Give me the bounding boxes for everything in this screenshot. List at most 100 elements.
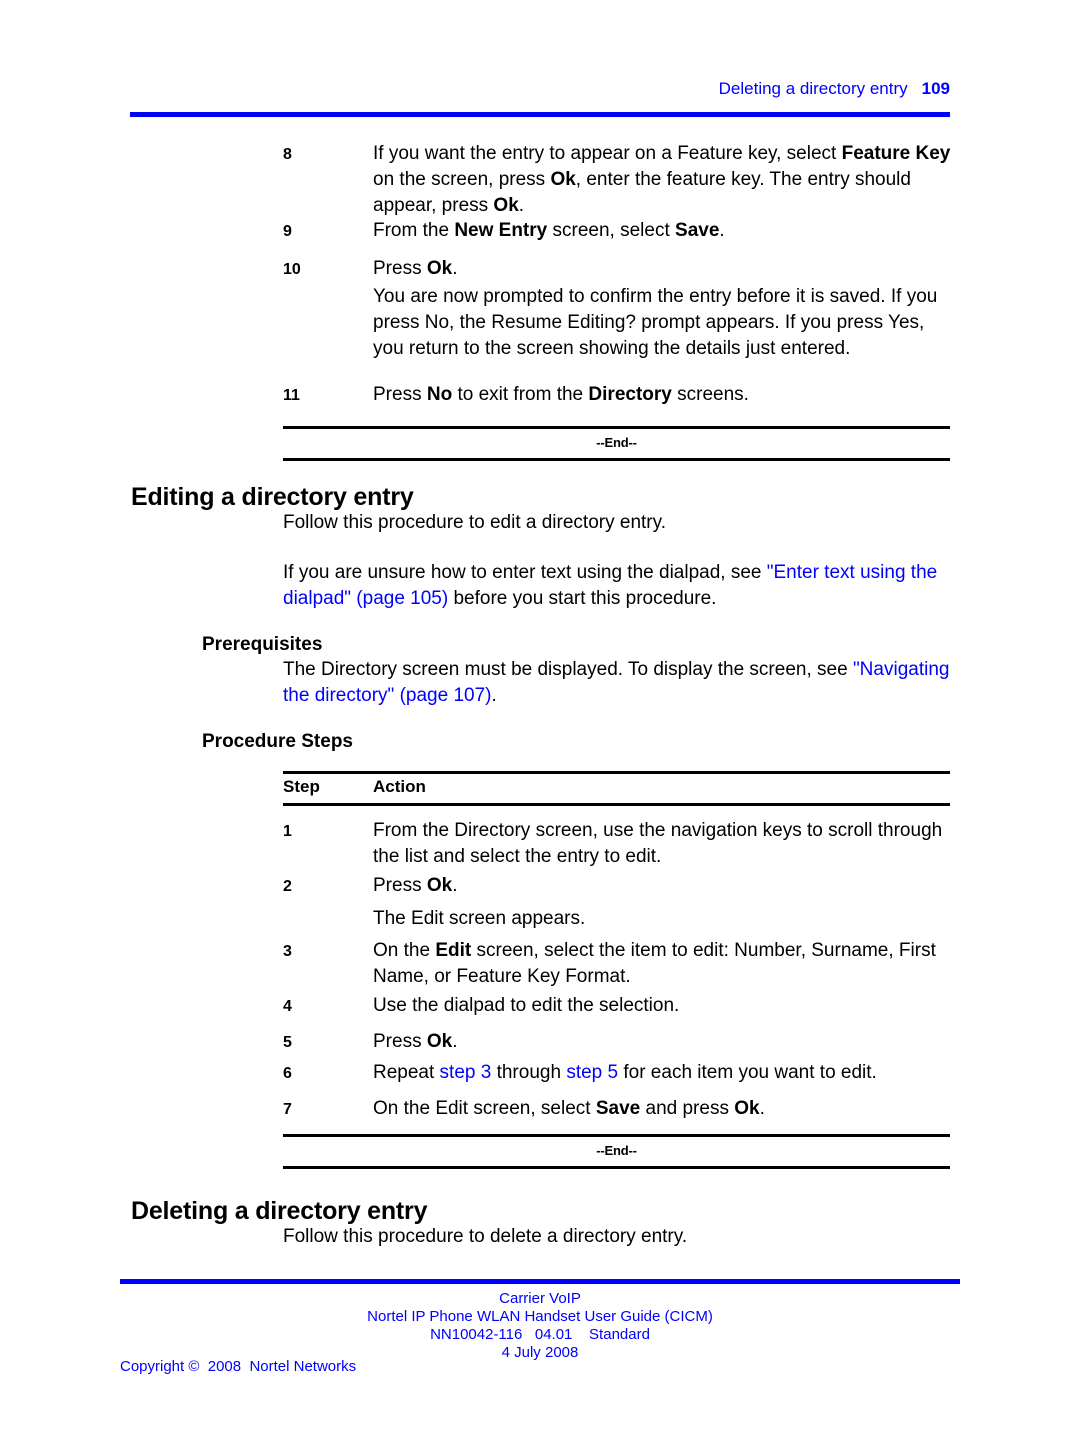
section-heading-editing: Editing a directory entry [131,483,414,511]
step-row-9: 9 From the New Entry screen, select Save… [283,218,953,245]
table-column-header-step: Step [283,777,320,796]
text-run: Press [373,384,427,405]
text-run: Press [373,1031,427,1052]
end-banner-label: --End-- [596,435,637,450]
step-number: 2 [283,878,292,895]
document-page: Deleting a directory entry 109 8 If you w… [0,0,1080,1440]
step-action: On the Edit screen, select Save and pres… [373,1096,953,1122]
step-2-note: The Edit screen appears. [373,908,586,929]
end-banner-editing: --End-- [283,1134,950,1169]
table-row: 1 From the Directory screen, use the nav… [283,818,953,870]
step-row-10: 10 Press Ok. [283,256,953,283]
editing-intro-paragraph: Follow this procedure to edit a director… [283,512,666,533]
step-10-note: You are now prompted to confirm the entr… [373,286,938,359]
emphasis-bold: No [426,384,453,405]
text-run: From the Directory screen, use the navig… [373,820,943,867]
footer-copyright: Copyright © 2008 Nortel Networks [120,1358,357,1375]
footer-divider-rule [120,1279,960,1284]
step-number: 9 [283,223,292,240]
step-number: 7 [283,1101,292,1118]
text-run: Use the dialpad to edit the selection. [373,995,680,1016]
step-action: If you want the entry to appear on a Fea… [373,141,953,219]
text-run: . [759,1098,765,1119]
step-number: 1 [283,823,292,840]
text-run: Press [373,258,427,279]
emphasis-bold: Save [675,220,720,241]
step-action: From the New Entry screen, select Save. [373,218,953,244]
step-row-8: 8 If you want the entry to appear on a F… [283,141,953,219]
step-action: On the Edit screen, select the item to e… [373,938,953,990]
emphasis-bold: Ok [734,1098,760,1119]
step-number: 10 [283,261,301,278]
header-divider-rule [130,112,950,117]
table-top-rule [283,771,950,774]
emphasis-bold: Ok [426,258,453,279]
emphasis-bold: Ok [426,1031,453,1052]
deleting-intro-paragraph: Follow this procedure to delete a direct… [283,1226,688,1247]
step-action: Use the dialpad to edit the selection. [373,993,953,1019]
text-run: . [452,1031,458,1052]
step-number: 8 [283,146,292,163]
cross-reference-link-step[interactable]: step 3 [440,1062,492,1083]
end-banner-label: --End-- [596,1143,637,1158]
table-row: 7 On the Edit screen, select Save and pr… [283,1096,953,1123]
text-run: . [518,195,525,216]
table-row: 6 Repeat step 3 through step 5 for each … [283,1060,953,1087]
step-action: Repeat step 3 through step 5 for each it… [373,1060,953,1086]
step-action: Press Ok. [373,873,953,899]
step-action: Press Ok. [373,256,953,282]
table-row: 2 Press Ok. [283,873,953,900]
prerequisites-paragraph: The Directory screen must be displayed. … [283,657,955,709]
footer-line-doc-number: NN10042-116 04.01 Standard [430,1326,650,1343]
text-run: to exit from the [452,384,589,405]
text-run: through [491,1062,567,1083]
text-run: . [452,875,458,896]
section-heading-deleting: Deleting a directory entry [131,1197,428,1225]
footer-line-guide-title: Nortel IP Phone WLAN Handset User Guide … [367,1308,713,1325]
dialpad-note-tail: before you start this procedure. [448,588,717,609]
step-number: 5 [283,1034,292,1051]
subheading-prerequisites: Prerequisites [202,634,323,655]
table-row: 3 On the Edit screen, select the item to… [283,938,953,990]
emphasis-bold: Ok [426,875,453,896]
step-number: 6 [283,1065,292,1082]
footer-line-product: Carrier VoIP [499,1290,581,1307]
table-row: 5 Press Ok. [283,1029,953,1056]
end-banner-bottom-rule [283,1166,950,1169]
text-run: screens. [671,384,749,405]
text-run: If you want the entry to appear on a Fea… [373,143,842,164]
prerequisites-lead: The Directory screen must be displayed. … [283,659,853,680]
text-run: . [452,258,458,279]
table-header-bottom-rule [283,803,950,806]
end-banner-bottom-rule [283,458,950,461]
dialpad-note-lead: If you are unsure how to enter text usin… [283,562,767,583]
text-run: Press [373,875,427,896]
emphasis-bold: Ok [550,169,576,190]
text-run: On the [373,940,436,961]
text-run: screen, select [547,220,676,241]
step-action: Press No to exit from the Directory scre… [373,382,953,408]
dialpad-note-paragraph: If you are unsure how to enter text usin… [283,560,955,612]
text-run: From the [373,220,455,241]
running-header-title: Deleting a directory entry [718,79,908,98]
cross-reference-link-step[interactable]: step 5 [566,1062,618,1083]
text-run: On the Edit screen, select [373,1098,596,1119]
emphasis-bold: Directory [588,384,672,405]
text-run: on the screen, press [373,169,551,190]
emphasis-bold: New Entry [454,220,548,241]
emphasis-bold: Save [595,1098,641,1119]
text-run: for each item you want to edit. [618,1062,877,1083]
emphasis-bold: Feature Key [841,143,951,164]
step-action: Press Ok. [373,1029,953,1055]
table-row: 4 Use the dialpad to edit the selection. [283,993,953,1020]
running-header: Deleting a directory entry 109 [130,78,950,100]
table-header-row: Step Action [283,776,950,798]
end-banner-new-entry: --End-- [283,426,950,461]
text-run: . [719,220,725,241]
table-column-header-action: Action [373,777,426,796]
text-run: and press [640,1098,735,1119]
step-number: 4 [283,998,292,1015]
emphasis-bold: Edit [435,940,472,961]
page-number: 109 [921,79,950,98]
step-row-11: 11 Press No to exit from the Directory s… [283,382,953,409]
